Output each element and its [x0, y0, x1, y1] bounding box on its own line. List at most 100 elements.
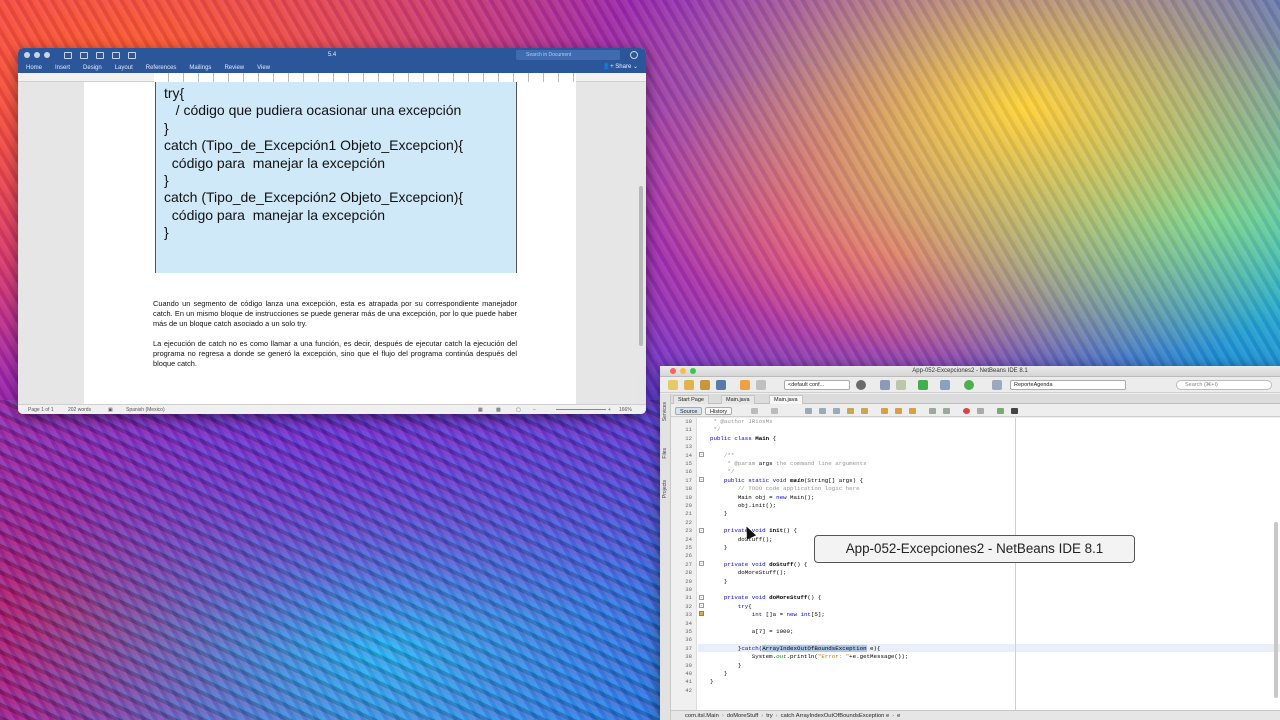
open-project-icon[interactable]	[700, 380, 710, 390]
comment-icon[interactable]	[997, 408, 1004, 414]
search-in-document-input[interactable]: Search in Document	[516, 50, 620, 60]
fold-toggle[interactable]: −	[699, 477, 704, 482]
focus-icon[interactable]: ▢	[516, 407, 521, 413]
proofing-icon[interactable]: ▣	[108, 407, 113, 413]
redo-icon[interactable]	[756, 380, 766, 390]
tab-main-java-1[interactable]: Main.java	[721, 395, 755, 404]
print-layout-icon[interactable]: ▦	[478, 407, 483, 413]
last-edit-icon[interactable]	[751, 408, 758, 414]
word-titlebar[interactable]: 5.4 Search in Document	[18, 48, 646, 62]
code-token: {	[748, 602, 752, 610]
settings-icon[interactable]	[856, 380, 866, 390]
code-content[interactable]: * @author JRiosMx */ public class Main {…	[710, 418, 1280, 710]
tab-view[interactable]: View	[257, 65, 270, 71]
code-line-25: }	[710, 544, 728, 551]
services-panel-tab[interactable]: Services	[662, 402, 668, 421]
shift-right-icon[interactable]	[943, 408, 950, 414]
clean-build-icon[interactable]	[896, 380, 906, 390]
ruler[interactable]	[18, 73, 646, 82]
start-macro-icon[interactable]	[963, 408, 970, 414]
code-line: }	[164, 224, 169, 241]
tab-start-page[interactable]: Start Page	[673, 395, 709, 404]
editor-scrollbar[interactable]	[1274, 522, 1278, 698]
page-count[interactable]: Page 1 of 1	[28, 407, 54, 413]
stop-macro-icon[interactable]	[977, 408, 984, 414]
word-count[interactable]: 202 words	[68, 407, 91, 413]
code-line: código para manejar la excepción	[164, 154, 386, 171]
source-button[interactable]: Source	[675, 407, 703, 415]
zoom-slider[interactable]	[556, 409, 606, 410]
projects-panel-tab[interactable]: Projects	[662, 480, 668, 498]
toggle-bookmark-icon[interactable]	[909, 408, 916, 414]
fold-toggle[interactable]: −	[699, 528, 704, 533]
word-window[interactable]: 5.4 Search in Document Home Insert Desig…	[18, 48, 646, 414]
tab-insert[interactable]: Insert	[55, 65, 70, 71]
tab-review[interactable]: Review	[224, 65, 244, 71]
run-icon[interactable]	[918, 380, 928, 390]
feedback-smiley-icon[interactable]	[630, 51, 638, 59]
tab-design[interactable]: Design	[83, 65, 102, 71]
tab-mailings[interactable]: Mailings	[189, 65, 211, 71]
web-layout-icon[interactable]: ▩	[496, 407, 501, 413]
tab-main-java-2[interactable]: Main.java	[769, 395, 803, 404]
document-page[interactable]: try{ / código que pudiera ocasionar una …	[84, 82, 576, 404]
fold-toggle[interactable]: −	[699, 561, 704, 566]
selected-text[interactable]: ArrayIndexOutOfBoundsException	[762, 644, 867, 652]
breadcrumb-separator: ›	[775, 713, 778, 719]
files-panel-tab[interactable]: Files	[662, 448, 668, 459]
tab-layout[interactable]: Layout	[115, 65, 133, 71]
zoom-in-icon[interactable]: +	[608, 407, 611, 413]
shift-left-icon[interactable]	[929, 408, 936, 414]
line-number: 24	[685, 535, 692, 543]
deploy-icon[interactable]	[992, 380, 1002, 390]
project-select[interactable]: ReporteAgenda	[1010, 380, 1126, 390]
breadcrumb-item[interactable]: doMoreStuff	[727, 713, 758, 719]
find-icon[interactable]	[805, 408, 812, 414]
zoom-out-icon[interactable]: −	[533, 407, 536, 413]
prev-bookmark-icon[interactable]	[881, 408, 888, 414]
zoom-level[interactable]: 166%	[619, 407, 632, 413]
toggle-highlight-icon[interactable]	[847, 408, 854, 414]
tab-references[interactable]: References	[146, 65, 177, 71]
breadcrumb-item[interactable]: com.itsl.Main	[685, 713, 719, 719]
profile-icon[interactable]	[964, 380, 974, 390]
breadcrumb-item[interactable]: try	[766, 713, 772, 719]
ide-search-input[interactable]: Search (⌘+I)	[1176, 380, 1272, 390]
back-icon[interactable]	[771, 408, 778, 414]
line-number: 30	[685, 586, 692, 593]
fold-toggle[interactable]: −	[699, 603, 704, 608]
line-number-gutter: 10 11 12 13 14 15 16 17 18 19 20 21 22 2…	[671, 418, 697, 710]
paragraph-1: Cuando un segmento de código lanza una e…	[153, 299, 517, 328]
uncomment-icon[interactable]	[1011, 408, 1018, 414]
next-bookmark-icon[interactable]	[895, 408, 902, 414]
breadcrumb-item[interactable]: catch ArrayIndexOutOfBoundsException e	[781, 713, 890, 719]
debug-icon[interactable]	[940, 380, 950, 390]
find-next-icon[interactable]	[833, 408, 840, 414]
document-area[interactable]: try{ / código que pudiera ocasionar una …	[18, 82, 646, 404]
breadcrumb-item[interactable]: e	[897, 713, 900, 719]
undo-icon[interactable]	[740, 380, 750, 390]
language-status[interactable]: Spanish (Mexico)	[126, 407, 165, 413]
code-token: +e.getMessage());	[849, 653, 909, 661]
configuration-select[interactable]: <default conf...	[784, 380, 850, 390]
fold-toggle[interactable]: −	[699, 452, 704, 457]
history-button[interactable]: History	[705, 407, 733, 415]
share-button[interactable]: 👤+ Share ⌄	[603, 63, 638, 70]
scrollbar-thumb[interactable]	[639, 186, 643, 346]
netbeans-titlebar[interactable]: App-052-Excepciones2 - NetBeans IDE 8.1	[660, 366, 1280, 377]
warning-lock-icon[interactable]	[699, 611, 704, 616]
build-icon[interactable]	[880, 380, 890, 390]
tab-home[interactable]: Home	[26, 65, 42, 71]
code-text-box[interactable]: try{ / código que pudiera ocasionar una …	[155, 82, 517, 273]
save-all-icon[interactable]	[716, 380, 726, 390]
find-previous-icon[interactable]	[819, 408, 826, 414]
toggle-rect-select-icon[interactable]	[861, 408, 868, 414]
code-editor[interactable]: 10 11 12 13 14 15 16 17 18 19 20 21 22 2…	[671, 418, 1280, 710]
word-vertical-scrollbar[interactable]	[639, 86, 644, 386]
new-project-icon[interactable]	[684, 380, 694, 390]
fold-toggle[interactable]: −	[699, 595, 704, 600]
paragraph-2: La ejecución de catch no es como llamar …	[153, 339, 517, 368]
line-number: 17	[685, 476, 692, 484]
new-file-icon[interactable]	[668, 380, 678, 390]
code-line-12: public class Main {	[710, 435, 776, 442]
